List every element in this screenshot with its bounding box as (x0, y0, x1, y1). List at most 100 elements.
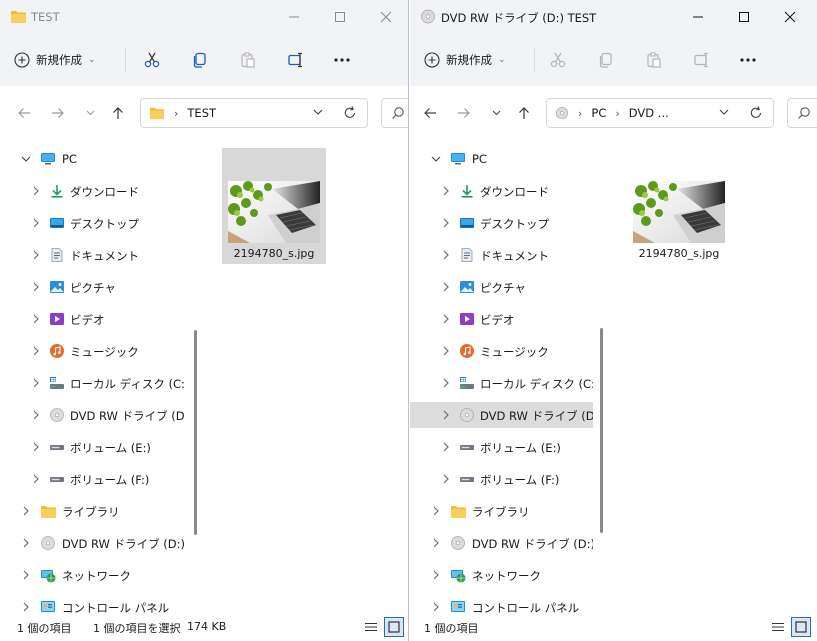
file-list[interactable]: 2194780_s.jpg (611, 140, 817, 620)
chevron-right-icon[interactable] (441, 314, 451, 324)
breadcrumb-item[interactable]: PC (591, 106, 606, 120)
chevron-down-icon[interactable] (431, 154, 441, 164)
chevron-down-icon[interactable] (313, 107, 323, 117)
back-button[interactable] (419, 102, 441, 124)
chevron-right-icon[interactable] (441, 250, 451, 260)
chevron-right-icon[interactable] (31, 474, 41, 484)
chevron-right-icon[interactable] (441, 282, 451, 292)
chevron-right-icon[interactable] (21, 506, 31, 516)
chevron-right-icon[interactable] (441, 346, 451, 356)
address-bar[interactable]: › TEST (140, 98, 368, 128)
chevron-right-icon[interactable] (21, 570, 31, 580)
up-button[interactable] (107, 102, 129, 124)
chevron-right-icon[interactable] (441, 410, 451, 420)
nav-item[interactable]: ローカル ディスク (C:) (410, 370, 593, 396)
nav-item[interactable]: ネットワーク (410, 562, 593, 588)
chevron-right-icon[interactable] (31, 378, 41, 388)
cut-button[interactable] (139, 48, 165, 72)
file-item[interactable]: 2194780_s.jpg (222, 148, 326, 264)
nav-item[interactable]: DVD RW ドライブ (D:) TEST (0, 402, 186, 428)
chevron-right-icon[interactable] (441, 474, 451, 484)
maximize-button[interactable] (317, 0, 363, 34)
nav-item[interactable]: ローカル ディスク (C:) (0, 370, 186, 396)
chevron-right-icon[interactable] (31, 314, 41, 324)
chevron-right-icon[interactable] (441, 442, 451, 452)
close-button[interactable] (363, 0, 408, 34)
chevron-right-icon[interactable] (441, 186, 451, 196)
rename-button[interactable] (689, 48, 715, 72)
file-list[interactable]: 2194780_s.jpg (206, 140, 408, 620)
navigation-pane[interactable]: PC ダウンロード デスクトップ ドキュメント ピクチャ ビデオ ミュージック ローカル ディ… (0, 140, 186, 620)
nav-item[interactable]: ボリューム (E:) (410, 434, 593, 460)
more-options-button[interactable] (735, 48, 761, 72)
nav-item[interactable]: DVD RW ドライブ (D:) TEST (0, 530, 186, 556)
forward-button[interactable] (453, 102, 475, 124)
refresh-icon[interactable] (749, 105, 763, 121)
navigation-pane-scrollbar[interactable] (194, 330, 197, 535)
breadcrumb-item[interactable]: DVD ... (629, 106, 669, 120)
chevron-right-icon[interactable] (31, 250, 41, 260)
chevron-down-icon[interactable] (21, 154, 31, 164)
chevron-right-icon[interactable] (31, 410, 41, 420)
nav-item[interactable]: デスクトップ (410, 210, 593, 236)
chevron-right-icon[interactable] (431, 570, 441, 580)
nav-item[interactable]: ドキュメント (410, 242, 593, 268)
chevron-right-icon[interactable] (31, 346, 41, 356)
chevron-right-icon[interactable] (431, 538, 441, 548)
forward-button[interactable] (47, 102, 69, 124)
chevron-right-icon[interactable] (31, 442, 41, 452)
new-button[interactable]: 新規作成 ⌄ (14, 47, 96, 73)
navigation-pane[interactable]: PC ダウンロード デスクトップ ドキュメント ピクチャビデオミュージック ローカル ディ… (410, 140, 593, 620)
nav-item[interactable]: ピクチャ (0, 274, 186, 300)
nav-item[interactable]: ドキュメント (0, 242, 186, 268)
maximize-button[interactable] (721, 0, 767, 34)
search-box[interactable] (381, 98, 408, 128)
details-view-button[interactable] (768, 617, 788, 637)
details-view-button[interactable] (361, 617, 381, 637)
paste-button[interactable] (641, 48, 667, 72)
up-button[interactable] (513, 102, 535, 124)
nav-item[interactable]: ピクチャ (410, 274, 593, 300)
nav-item[interactable]: ミュージック (410, 338, 593, 364)
minimize-button[interactable] (271, 0, 317, 34)
chevron-down-icon[interactable] (719, 107, 729, 117)
recent-locations-button[interactable] (485, 102, 507, 124)
refresh-icon[interactable] (343, 105, 357, 121)
chevron-right-icon[interactable] (21, 602, 31, 612)
chevron-right-icon[interactable] (21, 538, 31, 548)
rename-button[interactable] (283, 48, 309, 72)
chevron-right-icon[interactable] (31, 282, 41, 292)
nav-item[interactable]: ビデオ (0, 306, 186, 332)
nav-item[interactable]: ビデオ (410, 306, 593, 332)
nav-item[interactable]: ライブラリ (410, 498, 593, 524)
chevron-right-icon[interactable] (441, 378, 451, 388)
nav-item[interactable]: DVD RW ドライブ (D:) TEST (410, 530, 593, 556)
copy-button[interactable] (187, 48, 213, 72)
address-bar[interactable]: › PC › DVD ... (546, 98, 774, 128)
title-bar[interactable]: TEST (0, 0, 408, 34)
recent-locations-button[interactable] (79, 102, 101, 124)
navigation-pane-scrollbar[interactable] (600, 328, 603, 533)
close-button[interactable] (767, 0, 813, 34)
title-bar[interactable]: DVD RW ドライブ (D:) TEST (410, 0, 817, 34)
nav-item[interactable]: ダウンロード (0, 178, 186, 204)
chevron-right-icon[interactable] (431, 506, 441, 516)
nav-item[interactable]: ダウンロード (410, 178, 593, 204)
copy-button[interactable] (593, 48, 619, 72)
chevron-right-icon[interactable] (431, 602, 441, 612)
paste-button[interactable] (235, 48, 261, 72)
minimize-button[interactable] (675, 0, 721, 34)
chevron-right-icon[interactable] (441, 218, 451, 228)
cut-button[interactable] (545, 48, 571, 72)
nav-item[interactable]: ミュージック (0, 338, 186, 364)
large-icons-view-button[interactable] (384, 617, 404, 637)
more-options-button[interactable] (329, 48, 355, 72)
chevron-right-icon[interactable] (31, 186, 41, 196)
chevron-right-icon[interactable] (31, 218, 41, 228)
file-item[interactable]: 2194780_s.jpg (627, 148, 731, 264)
nav-item[interactable]: PC (410, 146, 593, 172)
breadcrumb-item[interactable]: TEST (187, 106, 216, 120)
nav-item[interactable]: PC (0, 146, 186, 172)
new-button[interactable]: 新規作成 ⌄ (424, 47, 506, 73)
nav-item[interactable]: ライブラリ (0, 498, 186, 524)
